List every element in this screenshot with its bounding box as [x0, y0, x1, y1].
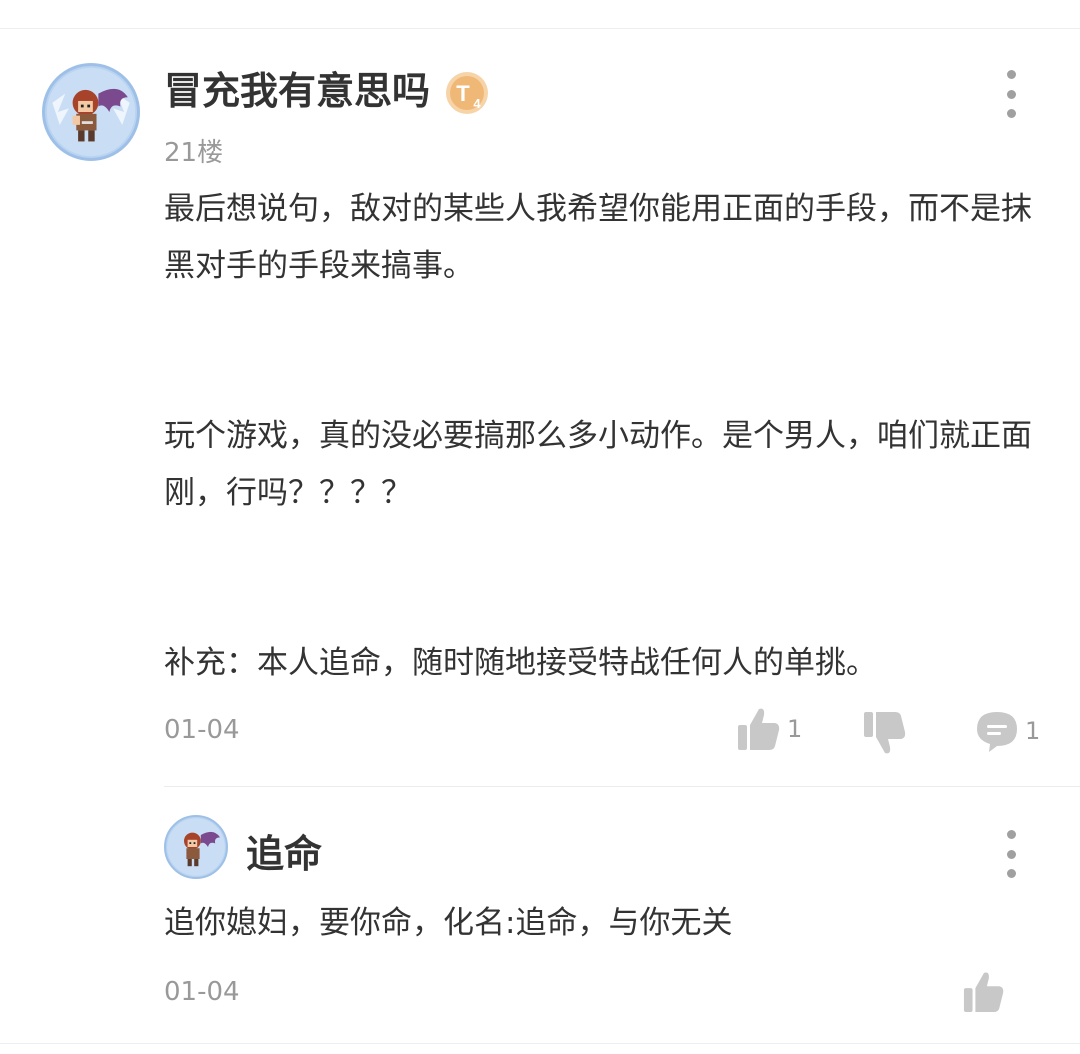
- post-card: 冒充我有意思吗 T 4 21楼 最后想说句，敌对的某些人我希望你能用正面的手段，…: [0, 29, 1080, 784]
- reply-card: 追命 追你媳妇，要你命，化名:追命，与你无关 01-04: [164, 787, 1080, 1042]
- thumbs-up-icon: [738, 708, 780, 750]
- reply-more-options-icon[interactable]: [999, 830, 1023, 878]
- svg-text:T: T: [456, 81, 470, 106]
- reply-date: 01-04: [164, 977, 240, 1007]
- level-badge-icon: T 4: [444, 70, 490, 116]
- reply-button[interactable]: 1: [975, 709, 1040, 753]
- avatar-character-image: [46, 67, 136, 157]
- svg-text:4: 4: [473, 96, 481, 111]
- reply-content: 追你媳妇，要你命，化名:追命，与你无关: [164, 905, 733, 941]
- post-date: 01-04: [164, 715, 240, 745]
- dislike-button[interactable]: [863, 710, 907, 756]
- floor-number: 21楼: [164, 138, 224, 168]
- like-count: 1: [787, 715, 803, 743]
- thumbs-up-icon: [963, 972, 1004, 1013]
- like-button[interactable]: 1: [737, 706, 802, 752]
- post-paragraph-3: 补充：本人追命，随时随地接受特战任何人的单挑。: [164, 645, 877, 681]
- comment-bubble-icon: [977, 712, 1017, 752]
- bottom-divider: [0, 1043, 1080, 1044]
- thumbs-down-icon: [864, 712, 906, 754]
- reply-user-avatar[interactable]: [164, 815, 228, 879]
- post-paragraph-1: 最后想说句，敌对的某些人我希望你能用正面的手段，而不是抹黑对手的手段来搞事。: [164, 191, 1032, 284]
- avatar-character-image: [167, 818, 225, 876]
- reply-username[interactable]: 追命: [246, 823, 322, 878]
- reply-count: 1: [1025, 717, 1041, 745]
- post-paragraph-2: 玩个游戏，真的没必要搞那么多小动作。是个男人，咱们就正面刚，行吗？？？？: [164, 418, 1032, 511]
- reply-like-button[interactable]: [963, 970, 1005, 1014]
- post-username[interactable]: 冒充我有意思吗: [164, 65, 430, 117]
- post-more-options-icon[interactable]: [999, 70, 1023, 118]
- post-content: 最后想说句，敌对的某些人我希望你能用正面的手段，而不是抹黑对手的手段来搞事。 玩…: [164, 181, 1034, 692]
- user-avatar[interactable]: [42, 63, 140, 161]
